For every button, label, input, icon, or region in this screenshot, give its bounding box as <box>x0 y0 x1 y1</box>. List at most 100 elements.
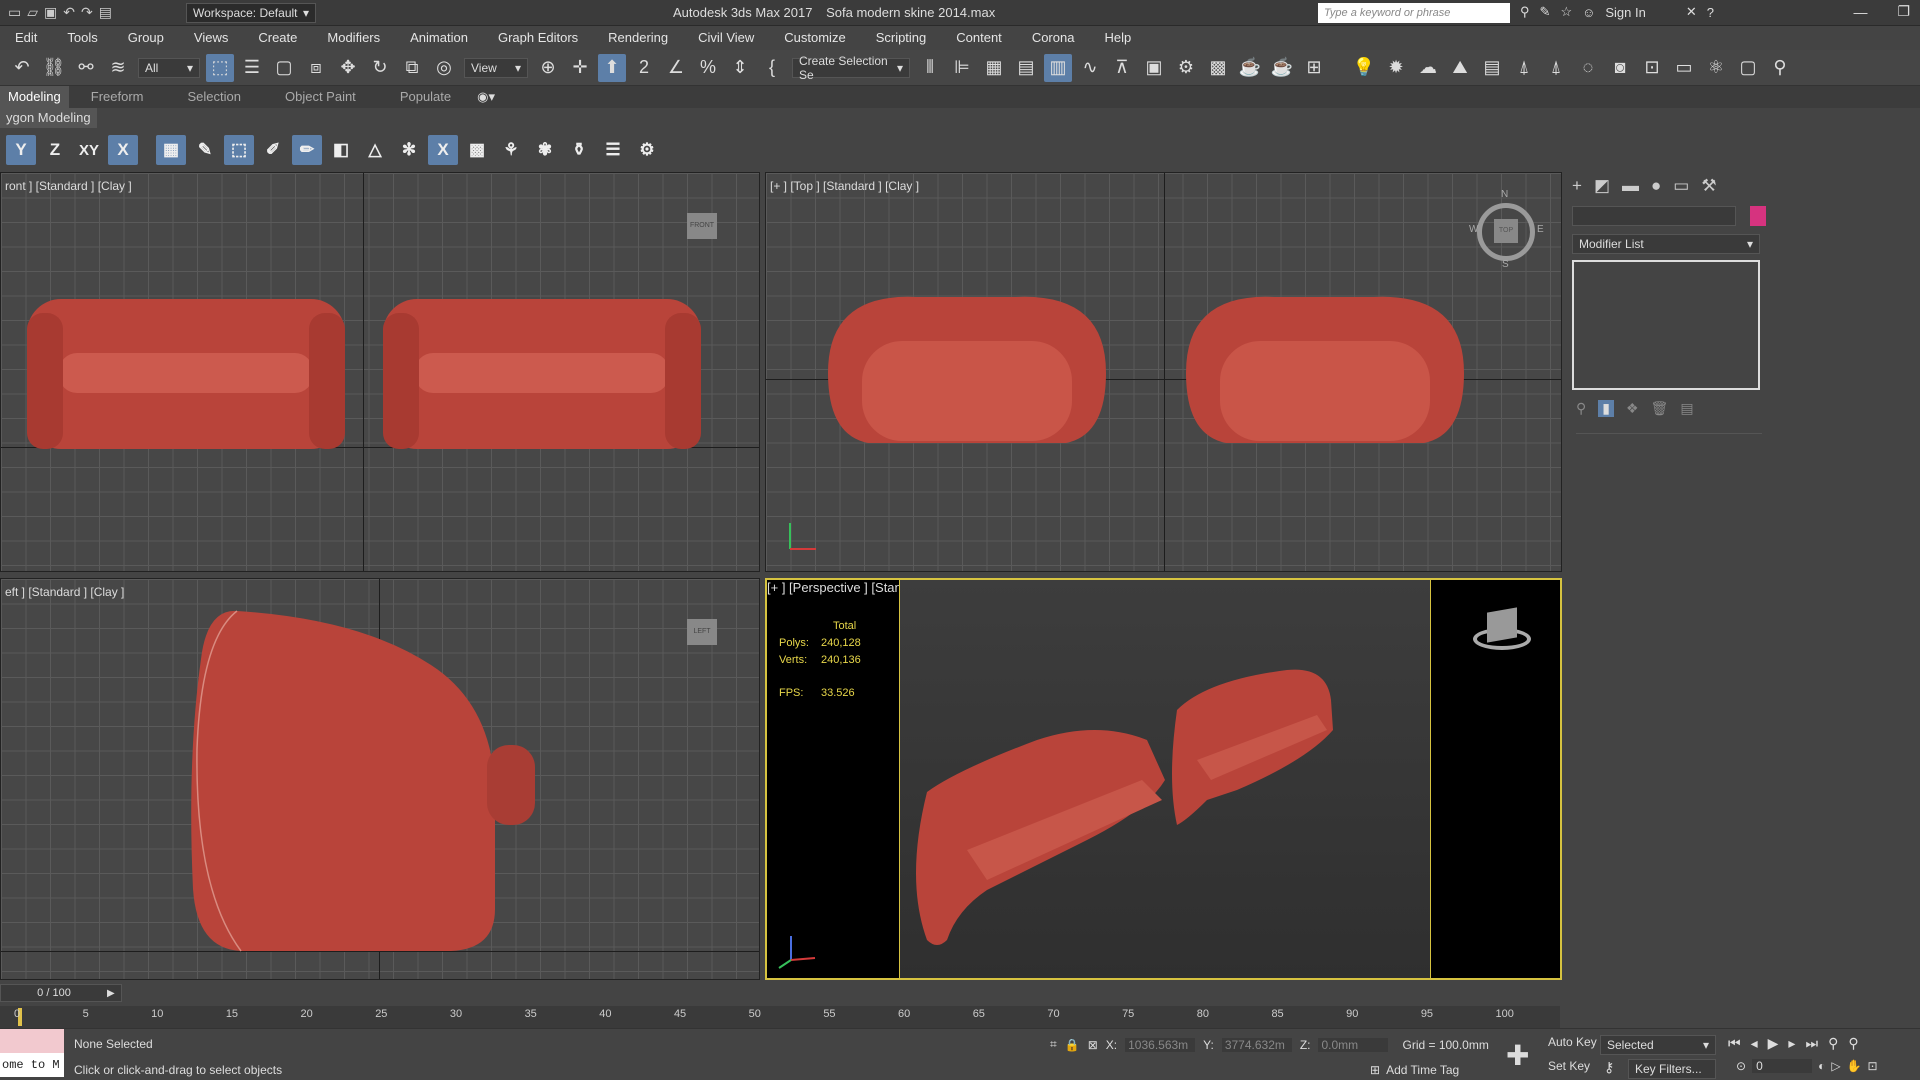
tab-populate[interactable]: Populate <box>378 86 473 108</box>
menu-modifiers[interactable]: Modifiers <box>312 26 395 50</box>
undo-icon[interactable]: ↶ <box>8 54 36 82</box>
sun-icon[interactable]: ✹ <box>1382 54 1410 82</box>
redo-icon[interactable]: ↷ <box>81 4 93 21</box>
select-icon[interactable]: ⬚ <box>206 53 234 82</box>
flower-icon[interactable]: ✾ <box>530 135 560 165</box>
vfb-icon[interactable]: ⊡ <box>1638 54 1666 82</box>
grid-toggle-icon[interactable]: ▦ <box>156 135 186 165</box>
film-icon[interactable]: ▩ <box>462 135 492 165</box>
render-setup-icon[interactable]: ⚙ <box>1172 54 1200 82</box>
schematic-icon[interactable]: ⊼ <box>1108 54 1136 82</box>
vr-icon[interactable]: ▢ <box>1734 54 1762 82</box>
unlink-icon[interactable]: ⚯ <box>72 54 100 82</box>
exchange-icon[interactable]: ✕ <box>1686 4 1697 20</box>
current-frame-field[interactable]: 0 <box>1752 1059 1813 1073</box>
link-icon[interactable]: ⛓ <box>40 54 68 82</box>
make-unique-icon[interactable]: ❖ <box>1626 400 1639 417</box>
go-to-start-icon[interactable]: ⏮ <box>1728 1035 1741 1052</box>
hierarchy-icon[interactable]: ▬ <box>1622 176 1639 196</box>
key-filter-icon[interactable]: ⚷ <box>1604 1059 1614 1076</box>
mirror-icon[interactable]: ⫴ <box>916 54 944 82</box>
angle-snap-icon[interactable]: ∠ <box>662 54 690 82</box>
bind-icon[interactable]: ≋ <box>104 54 132 82</box>
snap-icon[interactable]: 2 <box>630 54 658 82</box>
placement-icon[interactable]: ◎ <box>430 54 458 82</box>
shapes-icon[interactable]: ◧ <box>326 135 356 165</box>
bicycle-icon[interactable]: ⚲ <box>1766 54 1794 82</box>
orbit-icon[interactable]: ▷ <box>1831 1059 1840 1073</box>
select-by-name-icon[interactable]: ☰ <box>238 54 266 82</box>
viewport-left[interactable]: eft ] [Standard ] [Clay ] LEFT <box>0 578 760 980</box>
menu-group[interactable]: Group <box>113 26 179 50</box>
sign-in-button[interactable]: Sign In <box>1605 5 1645 20</box>
gear-icon[interactable]: ⚙ <box>632 135 662 165</box>
constraint-y-button[interactable]: Y <box>6 135 36 165</box>
project-icon[interactable]: ▤ <box>99 4 112 21</box>
sky-icon[interactable]: ☁ <box>1414 54 1442 82</box>
maximize-icon[interactable]: ⊡ <box>1868 1059 1878 1073</box>
new-file-icon[interactable]: ▭ <box>8 4 21 21</box>
viewport-perspective[interactable]: [+ ] [Perspective ] [Standard ] [Clay ] … <box>765 578 1562 980</box>
tab-modeling[interactable]: Modeling <box>0 86 69 108</box>
named-sets-icon[interactable]: { <box>758 54 786 82</box>
keyboard-shortcut-icon[interactable]: ⬆ <box>598 53 626 82</box>
soft-select-icon[interactable]: ✏ <box>292 135 322 165</box>
previous-frame-icon[interactable]: ◂ <box>1751 1035 1758 1052</box>
menu-create[interactable]: Create <box>243 26 312 50</box>
menu-civil-view[interactable]: Civil View <box>683 26 769 50</box>
selection-set-dropdown[interactable]: Create Selection Se ▾ <box>792 54 910 82</box>
key-mode-dropdown[interactable]: Selected ▾ <box>1600 1035 1716 1055</box>
modifier-stack[interactable] <box>1572 260 1760 390</box>
add-time-tag[interactable]: Add Time Tag <box>1386 1063 1459 1077</box>
y-coordinate-field[interactable]: 3774.632m <box>1221 1037 1292 1052</box>
triangle-icon[interactable]: △ <box>360 135 390 165</box>
viewcube-front-icon[interactable]: FRONT <box>687 213 717 239</box>
constraint-x-button[interactable]: X <box>108 135 138 165</box>
scale-icon[interactable]: ⧉ <box>398 54 426 82</box>
pin-stack-icon[interactable]: ⚲ <box>1576 400 1586 417</box>
field-of-view-icon[interactable]: ◐ <box>1818 1059 1825 1073</box>
paint-icon[interactable]: ✎ <box>190 135 220 165</box>
restore-icon[interactable]: ❐ <box>1897 3 1910 20</box>
material-editor-icon[interactable]: ▣ <box>1140 54 1168 82</box>
auto-key-button[interactable]: Auto Key <box>1548 1035 1597 1049</box>
set-key-button[interactable]: Set Key <box>1548 1059 1590 1073</box>
communication-icon[interactable]: ✎ <box>1540 4 1551 20</box>
jar-icon[interactable]: ⚱ <box>564 135 594 165</box>
scene-explorer-icon[interactable]: ▤ <box>1012 54 1040 82</box>
window-crossing-icon[interactable]: ⧈ <box>302 54 330 82</box>
time-slider[interactable]: 0 / 100 ▶ <box>0 984 122 1002</box>
object-name-field[interactable] <box>1572 206 1736 226</box>
maxscript-text[interactable]: ome to M <box>0 1053 64 1077</box>
ribbon-panel-label[interactable]: ygon Modeling <box>0 108 97 128</box>
material-lib-icon[interactable]: ⚛ <box>1702 54 1730 82</box>
search-input[interactable]: Type a keyword or phrase <box>1318 3 1510 23</box>
binoculars-icon[interactable]: ⚲ <box>1520 4 1530 20</box>
lightmix-icon[interactable]: ◙ <box>1606 54 1634 82</box>
favorites-icon[interactable]: ☆ <box>1560 4 1572 20</box>
remove-modifier-icon[interactable]: 🗑 <box>1651 400 1669 417</box>
go-to-end-icon[interactable]: ⏭ <box>1805 1035 1818 1052</box>
x-coordinate-field[interactable]: 1036.563m <box>1125 1037 1196 1052</box>
workspace-dropdown[interactable]: Workspace: Default ▾ <box>186 2 316 23</box>
render-frame-icon[interactable]: ▩ <box>1204 54 1232 82</box>
play-icon[interactable]: ▶ <box>1768 1035 1779 1052</box>
time-config-icon[interactable]: ⊙ <box>1736 1059 1746 1073</box>
menu-scripting[interactable]: Scripting <box>861 26 942 50</box>
create-icon[interactable]: + <box>1572 176 1582 196</box>
menu-graph-editors[interactable]: Graph Editors <box>483 26 593 50</box>
constraint-z-button[interactable]: Z <box>40 135 70 165</box>
constraint-x-alt-button[interactable]: X <box>428 135 458 165</box>
render-icon[interactable]: ☕ <box>1236 54 1264 82</box>
display-icon[interactable]: ▭ <box>1673 176 1689 196</box>
text-icon[interactable]: ▤ <box>1478 54 1506 82</box>
select-manipulate-icon[interactable]: ✛ <box>566 54 594 82</box>
viewcube-perspective[interactable] <box>1467 606 1537 656</box>
layer-icon[interactable]: ▦ <box>980 54 1008 82</box>
axis-icon[interactable]: ✻ <box>394 135 424 165</box>
time-tag-icon[interactable]: ⊞ <box>1370 1063 1380 1077</box>
menu-customize[interactable]: Customize <box>769 26 860 50</box>
selection-filter-dropdown[interactable]: All ▾ <box>138 57 200 78</box>
env-icon[interactable]: ◌ <box>1574 54 1602 82</box>
menu-rendering[interactable]: Rendering <box>593 26 683 50</box>
